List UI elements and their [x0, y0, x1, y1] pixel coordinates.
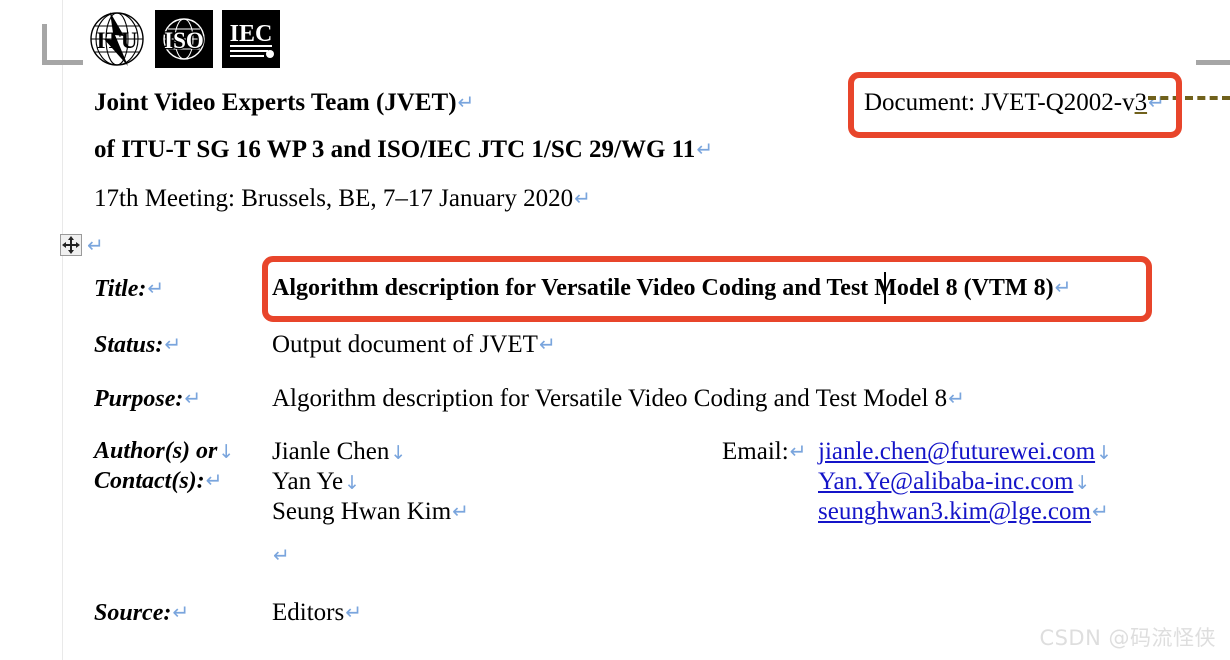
field-label-authors-text-2: Contact(s): — [94, 468, 205, 494]
svg-text:ISO: ISO — [164, 28, 204, 53]
paragraph-mark-icon: ↵ — [147, 276, 165, 300]
document-version-number: 3 — [1134, 89, 1148, 116]
margin-marker-top-left — [42, 24, 83, 65]
author-name-3-text: Seung Hwan Kim — [272, 498, 452, 525]
email-link-3-text[interactable]: seunghwan3.kim@lge.com — [818, 498, 1091, 525]
table-move-handle[interactable] — [60, 234, 82, 256]
iso-logo: ISO — [155, 10, 213, 68]
field-label-source: Source:↵ — [94, 600, 190, 626]
paragraph-mark-icon: ↵ — [452, 499, 469, 523]
committee-name-text: Joint Video Experts Team (JVET) — [94, 89, 457, 116]
paragraph-mark-icon: ↵ — [948, 386, 965, 410]
paragraph-mark-icon: ↵ — [789, 439, 807, 463]
paragraph-mark-icon: ↵ — [205, 468, 223, 492]
email-link-3[interactable]: seunghwan3.kim@lge.com↵ — [818, 498, 1109, 525]
committee-name-line: Joint Video Experts Team (JVET)↵ — [94, 89, 475, 116]
text-boundary-rule — [62, 0, 63, 660]
line-break-mark-icon: ↓ — [218, 441, 235, 463]
email-link-2[interactable]: Yan.Ye@alibaba-inc.com↓ — [818, 468, 1091, 495]
field-value-title-text-a: Algorithm description for Versatile Vide… — [272, 275, 827, 301]
email-link-2-text[interactable]: Yan.Ye@alibaba-inc.com — [818, 468, 1073, 495]
line-break-mark-icon: ↓ — [1074, 472, 1091, 494]
table-row-paragraph-mark: ↵ — [86, 233, 104, 259]
line-break-mark-icon: ↓ — [344, 472, 361, 494]
empty-paragraph-row: ↵ — [272, 543, 290, 569]
field-label-purpose-text: Purpose: — [94, 386, 184, 412]
iec-logo: IEC — [222, 10, 280, 68]
author-name-1[interactable]: Jianle Chen↓ — [272, 438, 407, 465]
document-number-line: Document: JVET-Q2002-v3↵ — [864, 89, 1165, 116]
paragraph-mark-icon: ↵ — [87, 233, 104, 257]
paragraph-mark-icon: ↵ — [696, 137, 714, 161]
author-name-2-text: Yan Ye — [272, 468, 344, 495]
paragraph-mark-icon: ↵ — [345, 600, 362, 624]
paragraph-mark-icon: ↵ — [273, 543, 290, 567]
paragraph-mark-icon: ↵ — [1054, 275, 1072, 299]
line-break-mark-icon: ↓ — [1096, 442, 1112, 464]
email-link-1-text[interactable]: jianle.chen@futurewei.com — [818, 438, 1095, 465]
paragraph-mark-icon: ↵ — [457, 90, 475, 114]
author-name-2[interactable]: Yan Ye↓ — [272, 468, 361, 495]
meeting-line: 17th Meeting: Brussels, BE, 7–17 January… — [94, 185, 591, 212]
email-label-text: Email: — [722, 438, 789, 465]
standards-logos: ITU ISO IEC — [88, 10, 280, 68]
paragraph-mark-icon: ↵ — [184, 386, 202, 410]
itu-logo: ITU — [88, 10, 146, 68]
field-label-title: Title:↵ — [94, 276, 165, 302]
paragraph-mark-icon: ↵ — [164, 332, 182, 356]
committee-affiliation-text: of ITU-T SG 16 WP 3 and ISO/IEC JTC 1/SC… — [94, 136, 696, 163]
email-link-1[interactable]: jianle.chen@futurewei.com↓ — [818, 438, 1112, 465]
paragraph-mark-icon: ↵ — [538, 332, 556, 356]
field-value-source[interactable]: Editors↵ — [272, 599, 362, 626]
field-label-authors-line1: Author(s) or↓ — [94, 438, 235, 464]
field-label-purpose: Purpose:↵ — [94, 386, 202, 412]
author-name-3[interactable]: Seung Hwan Kim↵ — [272, 498, 469, 525]
document-number-prefix: Document: JVET-Q2002-v — [864, 89, 1135, 116]
margin-marker-top-right — [1196, 24, 1230, 65]
field-value-status[interactable]: Output document of JVET↵ — [272, 331, 556, 358]
paragraph-mark-icon: ↵ — [172, 600, 190, 624]
field-value-status-text: Output document of JVET — [272, 331, 538, 358]
field-value-title-text-b: Test Model 8 (VTM 8) — [826, 275, 1054, 301]
paragraph-mark-icon: ↵ — [1091, 499, 1109, 523]
author-name-1-text: Jianle Chen — [272, 438, 390, 465]
field-label-source-text: Source: — [94, 600, 172, 626]
text-cursor-caret — [884, 272, 886, 304]
field-value-source-text: Editors — [272, 599, 345, 626]
line-break-mark-icon: ↓ — [390, 442, 407, 464]
field-value-title[interactable]: Algorithm description for Versatile Vide… — [272, 275, 1072, 301]
field-value-purpose-text: Algorithm description for Versatile Vide… — [272, 385, 948, 412]
field-label-status-text: Status: — [94, 332, 164, 358]
email-label: Email:↵ — [722, 438, 807, 465]
paragraph-mark-icon: ↵ — [574, 186, 591, 210]
svg-text:IEC: IEC — [230, 21, 273, 47]
field-label-title-text: Title: — [94, 276, 147, 302]
field-label-authors-text-1: Author(s) or — [94, 438, 218, 464]
field-label-status: Status:↵ — [94, 332, 182, 358]
svg-text:ITU: ITU — [97, 28, 138, 53]
watermark: CSDN @码流怪侠 — [1039, 626, 1216, 650]
paragraph-mark-icon: ↵ — [1148, 90, 1165, 114]
field-value-purpose[interactable]: Algorithm description for Versatile Vide… — [272, 385, 965, 412]
field-label-authors-line2: Contact(s):↵ — [94, 468, 223, 494]
annotation-dashed-connector — [1148, 96, 1230, 100]
meeting-text: 17th Meeting: Brussels, BE, 7–17 January… — [94, 185, 574, 212]
committee-affiliation-line: of ITU-T SG 16 WP 3 and ISO/IEC JTC 1/SC… — [94, 136, 714, 163]
